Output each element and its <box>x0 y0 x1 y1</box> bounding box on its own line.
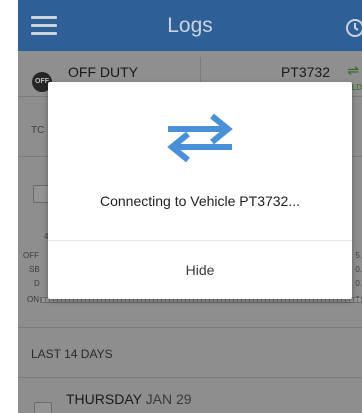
day-weekday: THURSDAY <box>66 391 142 407</box>
dialog-message: Connecting to Vehicle PT3732... <box>99 193 301 209</box>
day-label: THURSDAY JAN 29 <box>66 391 192 407</box>
vehicle-connection-icon: ⇌ <box>347 62 359 78</box>
day-date: JAN 29 <box>145 391 192 407</box>
connecting-dialog: Connecting to Vehicle PT3732... Hide <box>48 82 352 299</box>
graph-row-sb: SB <box>29 265 40 274</box>
day-checkbox[interactable] <box>34 402 52 413</box>
log-day-row[interactable]: THURSDAY JAN 29 <box>18 378 362 413</box>
vehicle-id: PT3732 <box>280 64 330 80</box>
hide-button[interactable]: Hide <box>48 241 352 299</box>
graph-total-d: 0. <box>355 279 362 288</box>
graph-total-off: 5. <box>355 251 362 260</box>
last-14-days-header: LAST 14 DAYS <box>18 327 362 378</box>
graph-row-on: ON <box>27 295 39 304</box>
vehicle-sub-label: LD <box>351 83 362 92</box>
graph-row-d: D <box>34 279 40 288</box>
page-title: Logs <box>167 14 213 37</box>
sync-arrows-icon <box>167 113 233 163</box>
clock-icon[interactable] <box>344 17 362 39</box>
last-14-days-label: LAST 14 DAYS <box>31 347 113 361</box>
duty-status-label: OFF DUTY <box>68 64 138 80</box>
graph-row-off: OFF <box>23 251 39 260</box>
section-title: TC <box>31 125 45 136</box>
app-bar: Logs <box>18 0 362 51</box>
app-screen: Logs OFF OFF DUTY PT3732 ⇌ LD TC 4 OFF S… <box>18 0 362 413</box>
graph-total-sb: 0. <box>355 265 362 274</box>
